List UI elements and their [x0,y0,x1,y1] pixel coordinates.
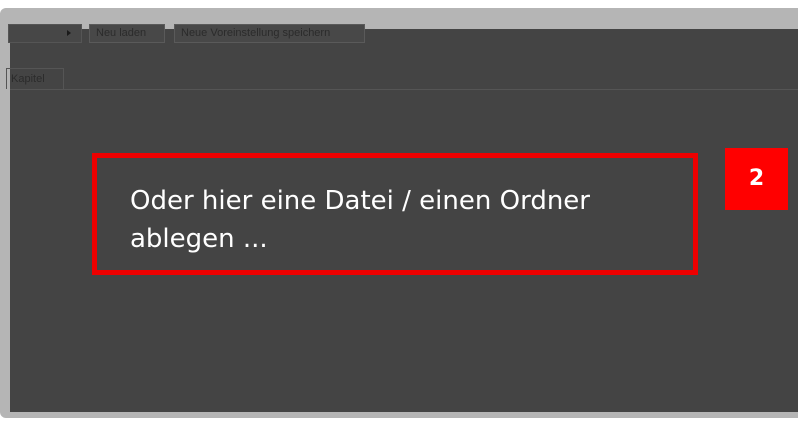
drop-overlay[interactable]: Neu laden Neue Voreinstellung speichern … [6,24,798,412]
tab-kapitel[interactable]: Kapitel [6,68,64,89]
toolbar: Neu laden Neue Voreinstellung speichern [8,24,798,49]
preset-dropdown[interactable] [8,24,82,43]
drop-zone-text: Oder hier eine Datei / einen Ordner able… [130,186,590,254]
tab-bar: Kapitel [6,68,798,90]
chevron-right-icon [67,30,71,36]
save-preset-button[interactable]: Neue Voreinstellung speichern [174,24,365,43]
step-number-badge: 2 [725,148,788,210]
screenshot-page: Neu laden Neue Voreinstellung speichern … [0,0,798,423]
drop-zone-highlight[interactable]: Oder hier eine Datei / einen Ordner able… [92,153,698,275]
reload-button[interactable]: Neu laden [89,24,165,43]
